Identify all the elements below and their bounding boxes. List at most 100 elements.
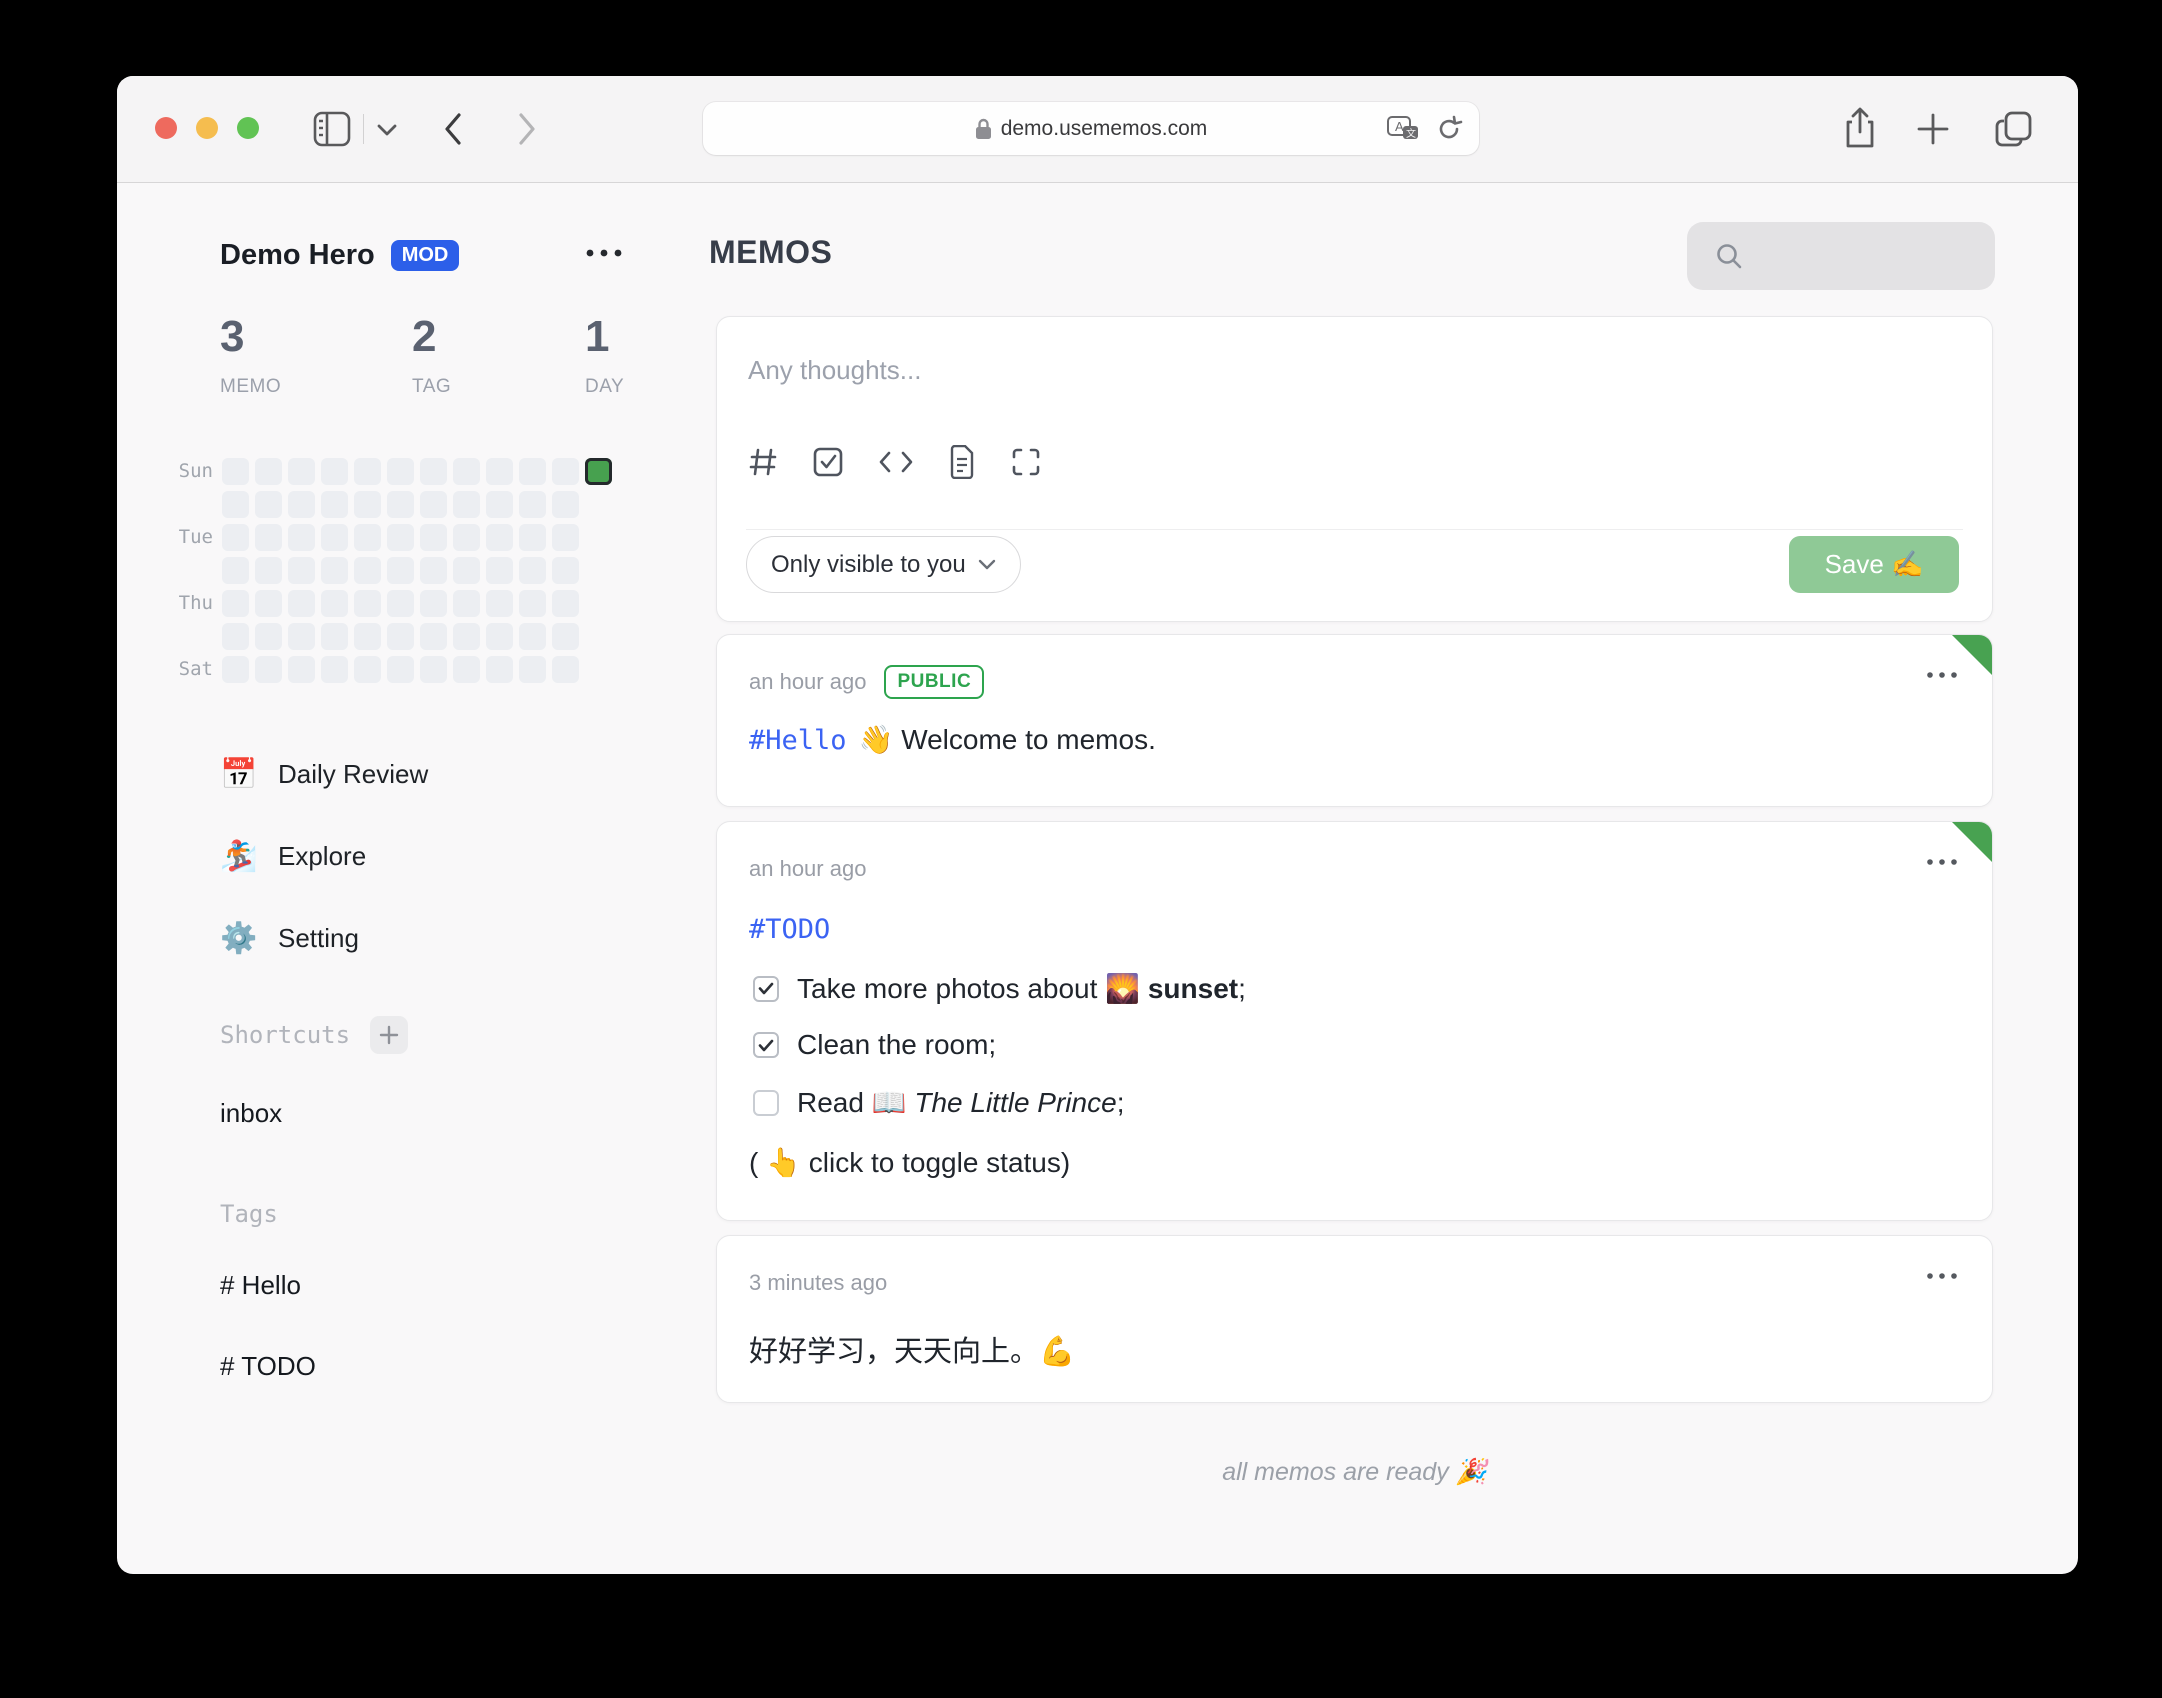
sidebar-item-setting[interactable]: ⚙️ Setting bbox=[220, 915, 359, 961]
tag-item-hello[interactable]: # Hello bbox=[220, 1270, 301, 1301]
profile-more-icon[interactable] bbox=[585, 248, 625, 258]
heatmap-cell[interactable] bbox=[387, 557, 414, 584]
heatmap-cell[interactable] bbox=[486, 590, 513, 617]
zoom-window-button[interactable] bbox=[237, 117, 259, 139]
heatmap-cell[interactable] bbox=[420, 590, 447, 617]
heatmap-cell[interactable] bbox=[288, 458, 315, 485]
sidebar-toggle-icon[interactable] bbox=[313, 111, 351, 147]
heatmap-cell[interactable] bbox=[288, 491, 315, 518]
minimize-window-button[interactable] bbox=[196, 117, 218, 139]
heatmap-cell[interactable] bbox=[420, 458, 447, 485]
check-square-icon[interactable] bbox=[812, 446, 844, 478]
heatmap-cell[interactable] bbox=[486, 458, 513, 485]
heatmap-cell[interactable] bbox=[453, 524, 480, 551]
heatmap-cell[interactable] bbox=[453, 458, 480, 485]
heatmap-cell[interactable] bbox=[255, 557, 282, 584]
heatmap-cell[interactable] bbox=[453, 491, 480, 518]
heatmap-cell[interactable] bbox=[387, 491, 414, 518]
add-shortcut-button[interactable] bbox=[370, 1016, 409, 1054]
memo-more-icon[interactable] bbox=[1926, 858, 1960, 866]
heatmap-cell[interactable] bbox=[387, 458, 414, 485]
heatmap-cell[interactable] bbox=[519, 491, 546, 518]
heatmap-cell[interactable] bbox=[519, 458, 546, 485]
heatmap-cell[interactable] bbox=[288, 623, 315, 650]
heatmap-cell[interactable] bbox=[420, 557, 447, 584]
heatmap-cell[interactable] bbox=[255, 524, 282, 551]
heatmap-cell[interactable] bbox=[354, 524, 381, 551]
address-bar[interactable]: demo.usememos.com A 文 bbox=[703, 102, 1479, 155]
heatmap-cell[interactable] bbox=[552, 524, 579, 551]
heatmap-cell[interactable] bbox=[321, 458, 348, 485]
tab-overview-icon[interactable] bbox=[1994, 109, 2034, 149]
heatmap-cell[interactable] bbox=[519, 656, 546, 683]
heatmap-cell[interactable] bbox=[321, 491, 348, 518]
visibility-dropdown[interactable]: Only visible to you bbox=[746, 536, 1021, 593]
heatmap-cell[interactable] bbox=[255, 623, 282, 650]
heatmap-cell[interactable] bbox=[321, 623, 348, 650]
heatmap-cell[interactable] bbox=[585, 458, 612, 485]
heatmap-cell[interactable] bbox=[255, 590, 282, 617]
tag-item-todo[interactable]: # TODO bbox=[220, 1351, 316, 1382]
heatmap-cell[interactable] bbox=[321, 557, 348, 584]
heatmap-cell[interactable] bbox=[420, 491, 447, 518]
memo-tag-todo[interactable]: #TODO bbox=[749, 914, 830, 945]
heatmap-cell[interactable] bbox=[387, 656, 414, 683]
forward-button[interactable] bbox=[513, 111, 541, 147]
heatmap-cell[interactable] bbox=[453, 557, 480, 584]
save-button[interactable]: Save ✍️ bbox=[1789, 536, 1959, 593]
heatmap-cell[interactable] bbox=[222, 656, 249, 683]
fullscreen-icon[interactable] bbox=[1010, 446, 1042, 478]
heatmap-cell[interactable] bbox=[387, 590, 414, 617]
memo-editor[interactable]: Any thoughts... Only visible to you Save… bbox=[716, 316, 1993, 622]
translate-icon[interactable]: A 文 bbox=[1387, 116, 1421, 143]
search-input[interactable] bbox=[1687, 222, 1995, 290]
heatmap-cell[interactable] bbox=[321, 656, 348, 683]
close-window-button[interactable] bbox=[155, 117, 177, 139]
heatmap-cell[interactable] bbox=[354, 656, 381, 683]
heatmap-cell[interactable] bbox=[420, 656, 447, 683]
new-tab-icon[interactable] bbox=[1916, 112, 1950, 146]
heatmap-cell[interactable] bbox=[552, 623, 579, 650]
memo-more-icon[interactable] bbox=[1926, 671, 1960, 679]
heatmap-cell[interactable] bbox=[552, 557, 579, 584]
memo-more-icon[interactable] bbox=[1926, 1272, 1960, 1280]
heatmap-cell[interactable] bbox=[453, 623, 480, 650]
sidebar-chevron-down-icon[interactable] bbox=[376, 123, 398, 137]
heatmap-cell[interactable] bbox=[453, 656, 480, 683]
heatmap-cell[interactable] bbox=[321, 590, 348, 617]
heatmap-cell[interactable] bbox=[354, 557, 381, 584]
heatmap-cell[interactable] bbox=[519, 590, 546, 617]
heatmap-cell[interactable] bbox=[288, 656, 315, 683]
reload-icon[interactable] bbox=[1435, 115, 1463, 143]
heatmap-cell[interactable] bbox=[552, 458, 579, 485]
heatmap-cell[interactable] bbox=[486, 524, 513, 551]
heatmap-cell[interactable] bbox=[288, 524, 315, 551]
checkbox-checked[interactable] bbox=[753, 1032, 779, 1058]
heatmap-cell[interactable] bbox=[486, 623, 513, 650]
heatmap-cell[interactable] bbox=[255, 656, 282, 683]
heatmap-cell[interactable] bbox=[387, 623, 414, 650]
heatmap-cell[interactable] bbox=[222, 458, 249, 485]
share-icon[interactable] bbox=[1844, 106, 1876, 150]
back-button[interactable] bbox=[439, 111, 467, 147]
heatmap-cell[interactable] bbox=[222, 590, 249, 617]
heatmap-cell[interactable] bbox=[354, 623, 381, 650]
heatmap-cell[interactable] bbox=[222, 623, 249, 650]
heatmap-cell[interactable] bbox=[519, 524, 546, 551]
sidebar-item-explore[interactable]: 🏂 Explore bbox=[220, 833, 366, 879]
shortcut-item-inbox[interactable]: inbox bbox=[220, 1098, 282, 1129]
file-text-icon[interactable] bbox=[948, 445, 976, 479]
heatmap-cell[interactable] bbox=[387, 524, 414, 551]
heatmap-cell[interactable] bbox=[354, 491, 381, 518]
heatmap-cell[interactable] bbox=[255, 491, 282, 518]
checkbox-unchecked[interactable] bbox=[753, 1089, 779, 1116]
sidebar-item-daily-review[interactable]: 📅 Daily Review bbox=[220, 751, 428, 797]
heatmap-cell[interactable] bbox=[222, 491, 249, 518]
heatmap-cell[interactable] bbox=[321, 524, 348, 551]
heatmap-cell[interactable] bbox=[486, 491, 513, 518]
heatmap-cell[interactable] bbox=[486, 656, 513, 683]
heatmap-cell[interactable] bbox=[222, 557, 249, 584]
heatmap-cell[interactable] bbox=[420, 623, 447, 650]
hash-icon[interactable] bbox=[748, 446, 778, 478]
heatmap-cell[interactable] bbox=[255, 458, 282, 485]
